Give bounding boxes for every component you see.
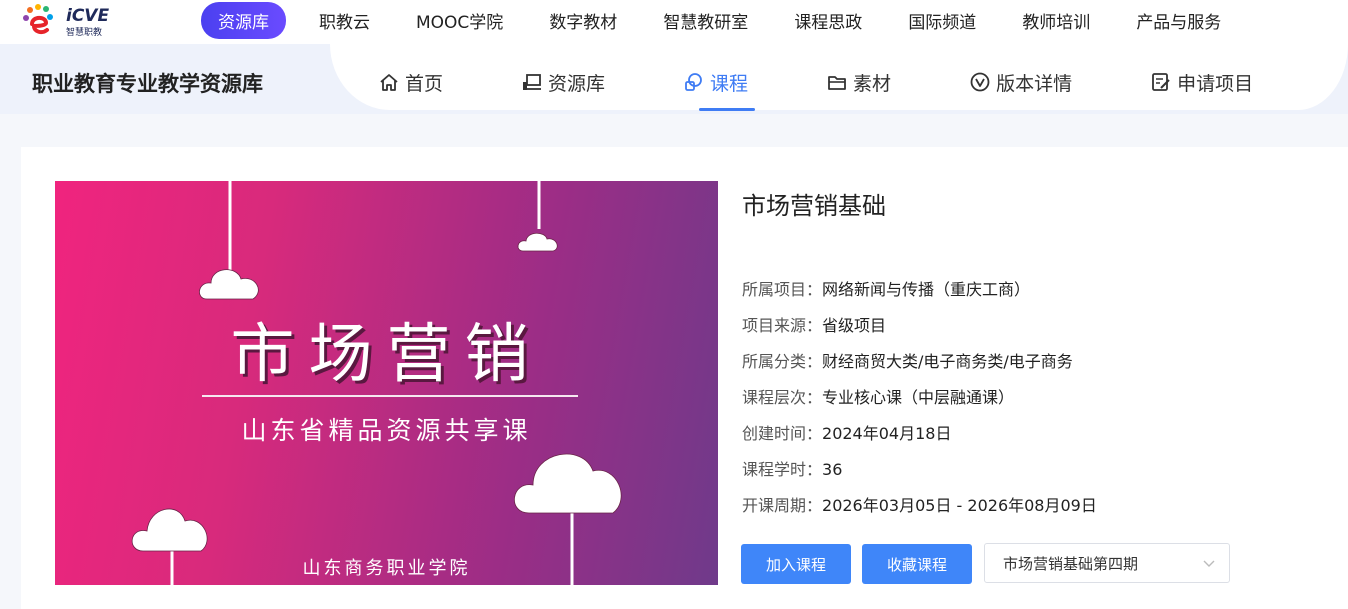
- top-nav-ideology[interactable]: 课程思政: [794, 8, 862, 33]
- logo-brand: iCVE: [66, 6, 110, 26]
- info-label: 课程学时：: [742, 460, 823, 479]
- favorite-course-button[interactable]: 收藏课程: [862, 544, 972, 584]
- info-row-category: 所属分类：财经商贸大类/电子商务类/电子商务: [742, 348, 1097, 384]
- course-cover-image[interactable]: 市场营销 山东省精品资源共享课 山东商务职业学院: [55, 181, 718, 585]
- info-label: 开课周期：: [742, 496, 823, 515]
- sub-nav-library-label: 资源库: [548, 72, 606, 95]
- cover-divider: [202, 395, 578, 397]
- top-nav-digital-textbook[interactable]: 数字教材: [549, 8, 617, 33]
- site-title: 职业教育专业教学资源库: [32, 72, 263, 96]
- sub-nav-material-label: 素材: [853, 72, 892, 95]
- info-label: 课程层次：: [742, 388, 823, 407]
- library-icon: [521, 71, 543, 93]
- sub-nav-library[interactable]: 资源库: [521, 69, 605, 96]
- cover-title: 市场营销: [230, 318, 543, 392]
- version-icon: [969, 71, 991, 93]
- info-value: 专业核心课（中层融通课）: [822, 388, 1015, 407]
- info-row-hours: 课程学时：36: [742, 456, 1097, 492]
- info-label: 创建时间：: [742, 424, 823, 443]
- term-select-value: 市场营销基础第四期: [1003, 554, 1139, 573]
- top-nav-products[interactable]: 产品与服务: [1136, 8, 1221, 33]
- sub-nav-apply-label: 申请项目: [1177, 72, 1254, 95]
- cover-school: 山东商务职业学院: [302, 558, 471, 579]
- top-nav-international[interactable]: 国际频道: [908, 8, 976, 33]
- top-nav-teacher-training[interactable]: 教师培训: [1022, 8, 1090, 33]
- info-value: 省级项目: [822, 316, 887, 335]
- top-nav-resource-library[interactable]: 资源库: [201, 2, 286, 39]
- info-row-level: 课程层次：专业核心课（中层融通课）: [742, 384, 1097, 420]
- folder-icon: [826, 71, 848, 93]
- info-row-period: 开课周期：2026年03月05日 - 2026年08月09日: [742, 492, 1097, 528]
- apply-icon: [1150, 71, 1172, 93]
- logo-sub: 智慧职教: [66, 28, 103, 38]
- info-label: 所属项目：: [742, 280, 823, 299]
- sub-nav-home[interactable]: 首页: [378, 69, 443, 96]
- site-logo[interactable]: iCVE 智慧职教: [20, 2, 120, 40]
- sub-nav-material[interactable]: 素材: [826, 69, 891, 96]
- top-nav-mooc[interactable]: MOOC学院: [416, 8, 503, 33]
- top-nav-zhijiaoyun[interactable]: 职教云: [319, 8, 370, 33]
- course-icon: [683, 71, 705, 93]
- sub-nav-course[interactable]: 课程: [683, 69, 748, 96]
- home-icon: [378, 71, 400, 93]
- course-info-list: 所属项目：网络新闻与传播（重庆工商） 项目来源：省级项目 所属分类：财经商贸大类…: [742, 276, 1097, 528]
- info-value: 2024年04月18日: [822, 424, 952, 443]
- info-row-created: 创建时间：2024年04月18日: [742, 420, 1097, 456]
- info-value: 网络新闻与传播（重庆工商）: [822, 280, 1031, 299]
- info-value: 财经商贸大类/电子商务类/电子商务: [822, 352, 1073, 371]
- cover-subtitle: 山东省精品资源共享课: [241, 416, 532, 445]
- info-value: 2026年03月05日 - 2026年08月09日: [822, 496, 1097, 515]
- sub-nav: 首页 资源库 课程 素材 版本详情 申请项目: [378, 66, 1331, 98]
- info-row-project: 所属项目：网络新闻与传播（重庆工商）: [742, 276, 1097, 312]
- sub-nav-home-label: 首页: [405, 72, 444, 95]
- info-value: 36: [822, 460, 843, 479]
- chevron-down-icon: [1203, 560, 1215, 567]
- sub-nav-course-label: 课程: [710, 72, 749, 95]
- sub-nav-version-label: 版本详情: [996, 72, 1073, 95]
- top-nav: 资源库 职教云 MOOC学院 数字教材 智慧教研室 课程思政 国际频道 教师培训…: [201, 2, 1267, 39]
- term-select[interactable]: 市场营销基础第四期: [984, 543, 1230, 583]
- info-label: 项目来源：: [742, 316, 823, 335]
- course-title: 市场营销基础: [742, 192, 886, 220]
- info-row-source: 项目来源：省级项目: [742, 312, 1097, 348]
- logo-mark-icon: [23, 4, 53, 35]
- sub-nav-version[interactable]: 版本详情: [969, 69, 1072, 96]
- top-nav-smart-teaching[interactable]: 智慧教研室: [663, 8, 748, 33]
- info-label: 所属分类：: [742, 352, 823, 371]
- join-course-button[interactable]: 加入课程: [741, 544, 851, 584]
- top-bar: iCVE 智慧职教 资源库 职教云 MOOC学院 数字教材 智慧教研室 课程思政…: [0, 0, 1348, 44]
- sub-nav-apply[interactable]: 申请项目: [1150, 69, 1253, 96]
- active-tab-underline: [699, 108, 755, 111]
